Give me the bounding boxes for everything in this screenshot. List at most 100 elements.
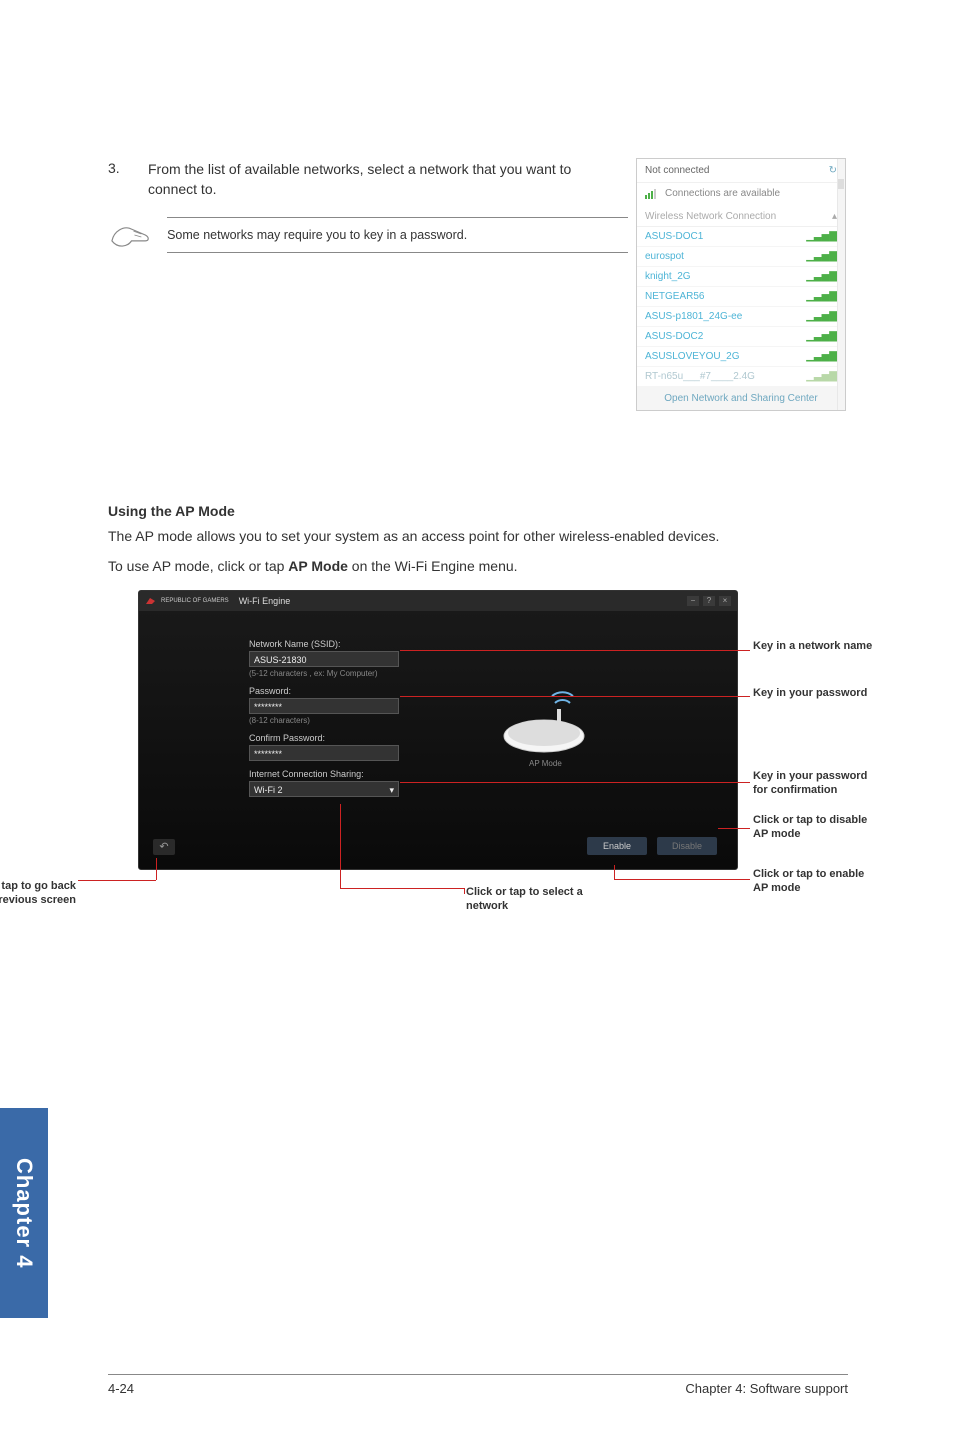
connections-available-row: Connections are available — [637, 183, 845, 207]
back-button[interactable]: ↶ — [153, 839, 175, 855]
note-box: Some networks may require you to key in … — [167, 217, 628, 253]
windows-network-popup: Not connected ↻ Connections are availabl… — [636, 158, 846, 411]
network-name: ASUSLOVEYOU_2G — [645, 351, 739, 362]
share-value: Wi-Fi 2 — [254, 782, 283, 796]
share-select[interactable]: Wi-Fi 2 ▾ — [249, 781, 399, 797]
ap-mode-section: Using the AP Mode The AP mode allows you… — [108, 503, 848, 930]
ssid-label: Network Name (SSID): — [249, 639, 399, 649]
confirm-label: Confirm Password: — [249, 733, 399, 743]
enable-button[interactable]: Enable — [587, 837, 647, 855]
chapter-side-tab: Chapter 4 — [0, 1108, 48, 1318]
page-number: 4-24 — [108, 1381, 134, 1396]
callout-line — [340, 888, 464, 889]
network-item[interactable]: ASUS-DOC1 ▁▃▅▇ — [637, 227, 845, 247]
ap-instr-pre: To use AP mode, click or tap — [108, 558, 288, 574]
not-connected-label: Not connected — [645, 165, 710, 176]
brand-text: REPUBLIC OF GAMERS — [161, 598, 229, 604]
step-number: 3. — [108, 160, 148, 199]
help-button[interactable]: ? — [703, 596, 715, 606]
callout-line — [400, 696, 750, 697]
network-item[interactable]: knight_2G ▁▃▅▇ — [637, 267, 845, 287]
signal-icon: ▁▃▅▇ — [806, 331, 837, 342]
network-name: ASUS-DOC1 — [645, 231, 703, 242]
confirm-input[interactable]: ******** — [249, 745, 399, 761]
close-button[interactable]: × — [719, 596, 731, 606]
ssid-hint: (5-12 characters , ex: My Computer) — [249, 669, 399, 678]
wireless-label: Wireless Network Connection — [645, 211, 776, 222]
wifi-bars-icon — [645, 187, 659, 199]
signal-icon: ▁▃▅▇ — [806, 271, 837, 282]
callout-line — [464, 888, 465, 894]
callout-line — [400, 650, 750, 651]
callout-confirm: Key in your password for confirmation — [753, 770, 873, 796]
callout-line — [718, 828, 750, 829]
password-input[interactable]: ******** — [249, 698, 399, 714]
callout-select: Click or tap to select a network — [466, 886, 606, 912]
window-controls: − ? × — [687, 596, 731, 606]
callout-back: Click or tap to go back to previous scre… — [0, 880, 76, 906]
note-row: Some networks may require you to key in … — [108, 217, 628, 253]
callout-line — [400, 782, 750, 783]
access-point-illustration — [489, 681, 609, 761]
hand-pointing-icon — [108, 217, 155, 253]
rog-brand: REPUBLIC OF GAMERS Wi-Fi Engine — [145, 596, 290, 606]
network-name: RT-n65u___#7____2.4G — [645, 371, 755, 382]
signal-icon: ▁▃▅▇ — [806, 351, 837, 362]
engine-title: Wi-Fi Engine — [239, 596, 291, 606]
callout-enable: Click or tap to enable AP mode — [753, 868, 873, 894]
network-list: ASUS-DOC1 ▁▃▅▇ eurospot ▁▃▅▇ knight_2G ▁▃▅▇… — [637, 227, 845, 387]
popup-scrollbar[interactable] — [837, 159, 845, 410]
engine-figure: REPUBLIC OF GAMERS Wi-Fi Engine − ? × Ne… — [78, 590, 818, 930]
network-item[interactable]: ASUS-p1801_24G-ee ▁▃▅▇ — [637, 307, 845, 327]
callout-line — [78, 880, 156, 881]
signal-icon: ▁▃▅▇ — [806, 251, 837, 262]
open-network-center-link[interactable]: Open Network and Sharing Center — [637, 387, 845, 410]
callout-disable: Click or tap to disable AP mode — [753, 814, 873, 840]
ap-instruction: To use AP mode, click or tap AP Mode on … — [108, 557, 848, 577]
ap-heading: Using the AP Mode — [108, 503, 848, 519]
ap-instr-post: on the Wi-Fi Engine menu. — [348, 558, 518, 574]
network-item[interactable]: RT-n65u___#7____2.4G ▁▃▅▇ — [637, 367, 845, 387]
network-item[interactable]: ASUSLOVEYOU_2G ▁▃▅▇ — [637, 347, 845, 367]
network-name: knight_2G — [645, 271, 691, 282]
signal-icon: ▁▃▅▇ — [806, 231, 837, 242]
network-name: ASUS-p1801_24G-ee — [645, 311, 742, 322]
callout-line — [614, 879, 750, 880]
chevron-down-icon: ▾ — [389, 782, 394, 796]
network-item[interactable]: eurospot ▁▃▅▇ — [637, 247, 845, 267]
network-item[interactable]: NETGEAR56 ▁▃▅▇ — [637, 287, 845, 307]
callout-line — [614, 865, 615, 879]
signal-icon: ▁▃▅▇ — [806, 291, 837, 302]
footer-chapter-label: Chapter 4: Software support — [685, 1381, 848, 1396]
minimize-button[interactable]: − — [687, 596, 699, 606]
disable-button[interactable]: Disable — [657, 837, 717, 855]
password-hint: (8-12 characters) — [249, 716, 399, 725]
callout-password: Key in your password — [753, 687, 873, 700]
network-name: ASUS-DOC2 — [645, 331, 703, 342]
step-text: From the list of available networks, sel… — [148, 160, 618, 199]
ap-instr-bold: AP Mode — [288, 558, 348, 574]
callout-name: Key in a network name — [753, 640, 873, 653]
wireless-section-label: Wireless Network Connection ▴ — [637, 207, 845, 227]
network-item[interactable]: ASUS-DOC2 ▁▃▅▇ — [637, 327, 845, 347]
engine-titlebar: REPUBLIC OF GAMERS Wi-Fi Engine − ? × — [139, 591, 737, 611]
callout-line — [340, 804, 341, 888]
refresh-icon[interactable]: ↻ — [829, 165, 837, 176]
share-label: Internet Connection Sharing: — [249, 769, 399, 779]
connections-available-label: Connections are available — [665, 188, 780, 199]
ap-mode-label: AP Mode — [529, 759, 562, 768]
wifi-engine-window: REPUBLIC OF GAMERS Wi-Fi Engine − ? × Ne… — [138, 590, 738, 870]
network-name: NETGEAR56 — [645, 291, 704, 302]
callout-line — [156, 858, 157, 880]
signal-icon: ▁▃▅▇ — [806, 311, 837, 322]
engine-form: Network Name (SSID): ASUS-21830 (5-12 ch… — [249, 631, 399, 797]
ssid-input[interactable]: ASUS-21830 — [249, 651, 399, 667]
network-name: eurospot — [645, 251, 684, 262]
page-footer: 4-24 Chapter 4: Software support — [108, 1374, 848, 1396]
popup-header: Not connected ↻ — [637, 159, 845, 183]
signal-icon: ▁▃▅▇ — [806, 371, 837, 382]
scroll-thumb[interactable] — [838, 179, 844, 189]
rog-logo-icon — [145, 596, 157, 606]
ap-description: The AP mode allows you to set your syste… — [108, 527, 848, 547]
password-label: Password: — [249, 686, 399, 696]
